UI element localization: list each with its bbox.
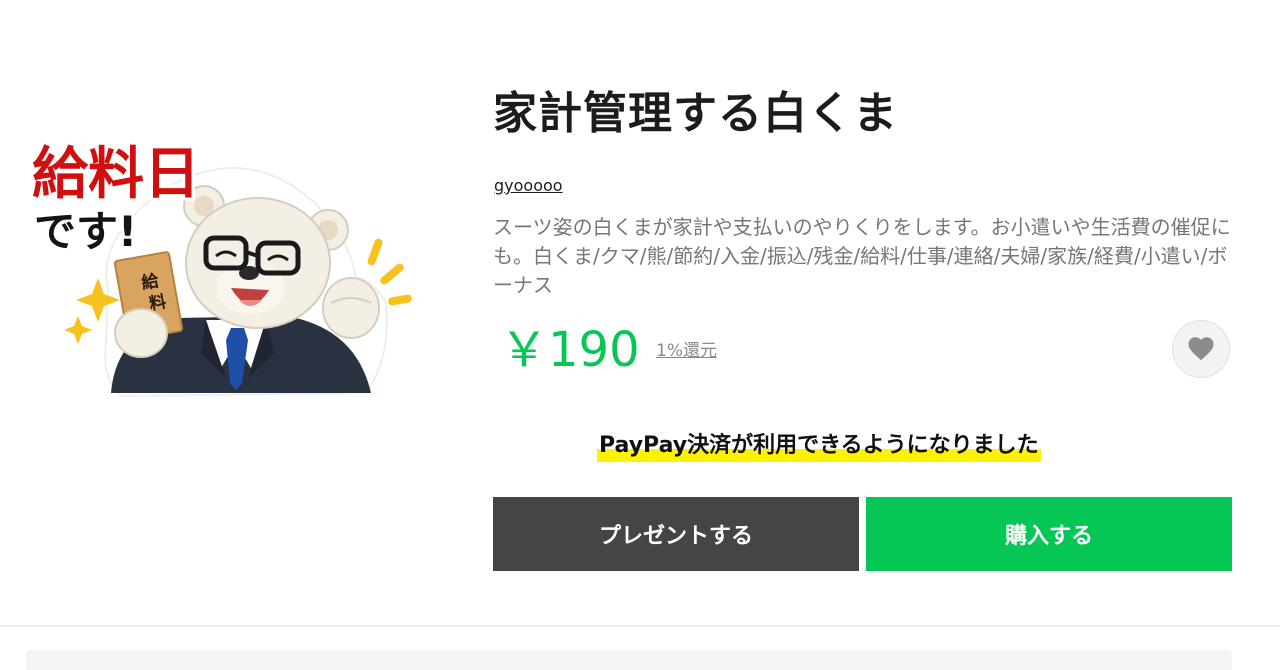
favorite-button[interactable] xyxy=(1172,320,1230,378)
cashback-link[interactable]: 1%還元 xyxy=(656,340,717,362)
paypay-notice: PayPay決済が利用できるようになりました xyxy=(597,430,1041,462)
sticker-caption-line2: です! xyxy=(34,207,137,256)
sticker-illustration: 給 料 給料日 です! xyxy=(29,138,412,398)
buy-button[interactable]: 購入する xyxy=(866,497,1232,571)
bottom-panel xyxy=(26,650,1232,670)
product-title: 家計管理する白くま xyxy=(493,88,898,139)
author-link[interactable]: gyooooo xyxy=(494,175,563,197)
sticker-caption-line1: 給料日 xyxy=(32,141,200,207)
product-description: スーツ姿の白くまが家計や支払いのやりくりをします。お小遣いや生活費の催促にも。白… xyxy=(493,215,1231,297)
gift-button[interactable]: プレゼントする xyxy=(493,497,859,571)
sticker-image: 給 料 給料日 です! xyxy=(26,128,426,413)
section-divider xyxy=(0,625,1280,627)
bear-fist xyxy=(322,277,380,339)
product-price: ￥190 xyxy=(500,322,640,378)
heart-icon xyxy=(1188,337,1214,361)
